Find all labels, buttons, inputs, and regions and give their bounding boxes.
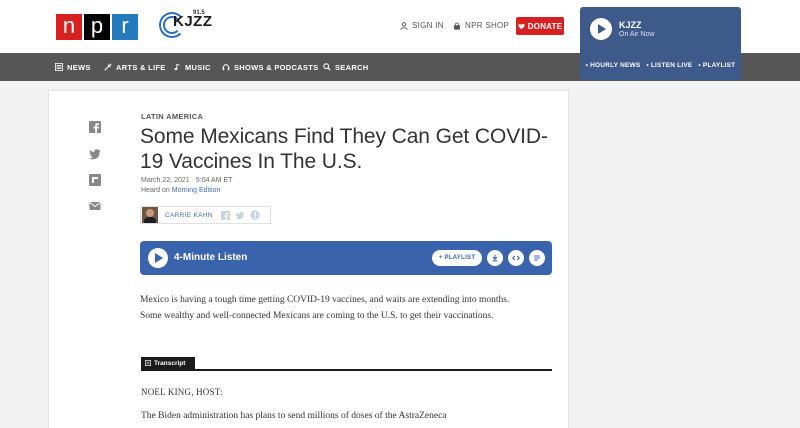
nav-item-music[interactable]: MUSIC	[174, 53, 211, 81]
shop-icon	[453, 22, 461, 30]
user-icon	[400, 21, 408, 30]
donate-button[interactable]: DONATE	[516, 17, 564, 35]
player-link-hourly-news[interactable]: • HOURLY NEWS	[586, 62, 641, 69]
headphones-icon	[222, 64, 230, 71]
author-name[interactable]: CARRIE KAHN	[165, 212, 213, 219]
author-profile-icon[interactable]	[250, 210, 260, 220]
nav-item-arts-life[interactable]: ARTS & LIFE	[104, 53, 166, 81]
author-social-links	[220, 210, 260, 220]
transcript-tab-label: Transcript	[154, 359, 186, 367]
player-status: On Air Now	[619, 31, 655, 38]
player-link-listen-live[interactable]: • LISTEN LIVE	[646, 62, 692, 69]
twitter-icon[interactable]	[89, 148, 101, 160]
heart-icon	[518, 23, 525, 29]
article-headline: Some Mexicans Find They Can Get COVID-19…	[140, 125, 548, 173]
player-links: • HOURLY NEWS • LISTEN LIVE • PLAYLIST	[580, 62, 741, 69]
nav-label-search: SEARCH	[335, 62, 369, 72]
nav-item-shows-podcasts[interactable]: SHOWS & PODCASTS	[222, 53, 318, 81]
transcript-icon	[534, 255, 540, 261]
embed-icon	[512, 255, 520, 261]
listen-play-button[interactable]	[148, 248, 168, 268]
download-icon	[492, 254, 498, 262]
nav-item-search[interactable]: SEARCH	[323, 53, 368, 81]
author-avatar[interactable]	[142, 207, 158, 223]
player-link-playlist[interactable]: • PLAYLIST	[698, 62, 735, 69]
author-twitter-icon[interactable]	[235, 211, 245, 220]
music-icon	[174, 63, 180, 71]
nav-label-news: NEWS	[67, 62, 91, 72]
article-section-label[interactable]: LATIN AMERICA	[141, 112, 203, 121]
heard-on-line: Heard on Morning Edition	[141, 187, 220, 194]
author-facebook-icon[interactable]	[220, 210, 230, 220]
npr-logo[interactable]: n p r	[56, 14, 138, 40]
article-teaser: Mexico is having a tough time getting CO…	[140, 295, 510, 321]
email-icon[interactable]	[89, 200, 101, 212]
download-button[interactable]	[487, 250, 503, 266]
add-to-playlist-button[interactable]: + PLAYLIST	[432, 250, 482, 266]
transcript-divider	[141, 369, 552, 371]
nav-label-music: MUSIC	[185, 62, 211, 72]
arts-icon	[104, 63, 112, 71]
heard-on-prefix: Heard on	[141, 187, 172, 194]
sign-in-link[interactable]: SIGN IN	[400, 21, 444, 30]
nav-item-news[interactable]: NEWS	[55, 53, 91, 81]
facebook-icon[interactable]	[89, 121, 101, 133]
transcript-speaker: NOEL KING, HOST:	[141, 387, 223, 397]
npr-logo-p: p	[84, 14, 110, 40]
search-icon	[323, 63, 331, 71]
npr-logo-r: r	[112, 14, 138, 40]
donate-label: DONATE	[527, 21, 563, 31]
kjzz-logo-frequency: 91.5	[193, 10, 205, 16]
transcript-button[interactable]	[529, 250, 545, 266]
embed-button[interactable]	[508, 250, 524, 266]
news-icon	[55, 63, 63, 71]
npr-shop-label: NPR SHOP	[465, 21, 510, 30]
heard-on-show-link[interactable]: Morning Edition	[172, 187, 221, 194]
transcript-tab[interactable]: Transcript	[141, 357, 195, 369]
player-station-name: KJZZ	[619, 20, 642, 30]
live-player: KJZZ On Air Now • HOURLY NEWS • LISTEN L…	[580, 7, 741, 80]
transcript-tab-icon	[145, 360, 151, 366]
author-byline: CARRIE KAHN	[140, 206, 271, 224]
nav-label-arts-life: ARTS & LIFE	[116, 62, 166, 72]
listen-duration-label: 4-Minute Listen	[174, 252, 248, 263]
sign-in-label: SIGN IN	[412, 21, 444, 30]
player-play-button[interactable]	[590, 18, 612, 40]
article-date: March 22, 2021 · 5:04 AM ET	[141, 177, 233, 184]
npr-logo-n: n	[56, 14, 82, 40]
audio-listen-bar: 4-Minute Listen + PLAYLIST	[140, 241, 552, 275]
npr-shop-link[interactable]: NPR SHOP	[453, 21, 509, 30]
flipboard-icon[interactable]	[89, 174, 101, 186]
transcript-first-line: The Biden administration has plans to se…	[141, 411, 447, 421]
nav-label-shows-podcasts: SHOWS & PODCASTS	[234, 62, 319, 72]
